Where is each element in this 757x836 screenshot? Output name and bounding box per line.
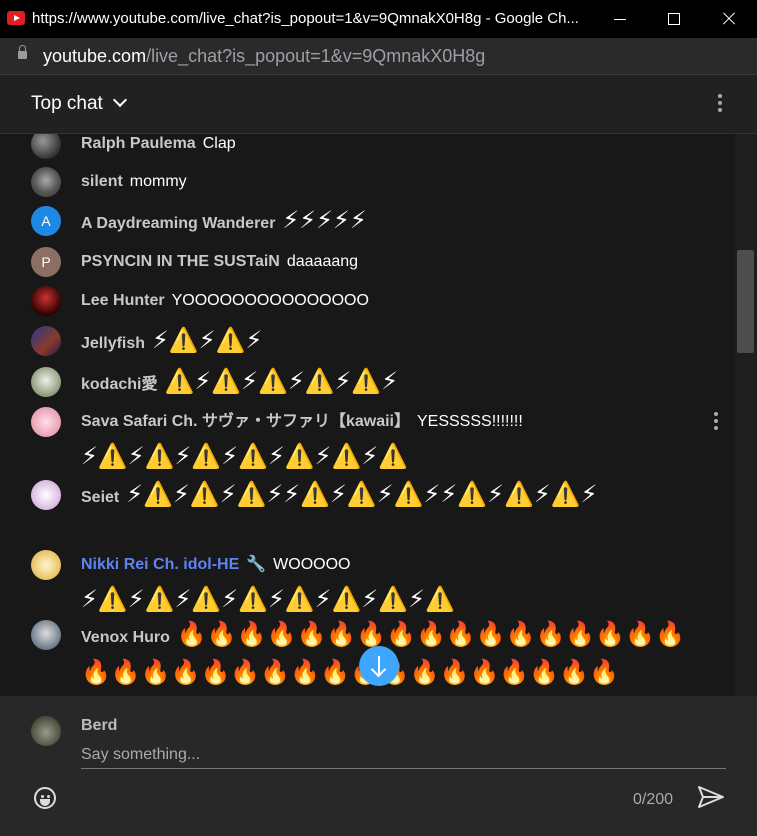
message-options-icon[interactable] [706,412,726,434]
message-input-panel: Berd 0/200 [0,696,757,836]
avatar[interactable] [31,550,61,580]
avatar[interactable] [31,407,61,437]
chevron-down-icon[interactable] [112,92,128,108]
chat-message-list[interactable]: Ralph Paulema Clap silent mommy A A Daydre… [0,134,735,696]
message-text: YESSSSS!!!!!!! [416,413,523,430]
message-text: YOOOOOOOOOOOOOOO [171,292,369,309]
message-emoji: ⚠️⚡⚠️⚡⚠️⚡⚠️⚡⚠️⚡ [164,368,399,395]
maximize-button[interactable] [646,0,701,38]
message-author[interactable]: Seiet [81,489,119,506]
message-author[interactable]: Nikki Rei Ch. idol-HE [81,556,239,573]
user-avatar [31,716,61,746]
avatar[interactable] [31,134,61,159]
lock-icon [18,45,27,59]
avatar[interactable]: A [31,206,61,236]
scrollbar[interactable] [735,134,757,696]
message-author[interactable]: PSYNCIN IN THE SUSTaiN [81,253,280,270]
message-author[interactable]: Ralph Paulema [81,135,196,152]
emoji-picker-icon[interactable] [34,787,56,809]
scroll-to-bottom-button[interactable] [359,646,399,686]
message-author[interactable]: silent [81,173,123,190]
message-text: WOOOOO [273,556,351,573]
message-author[interactable]: kodachi愛 [81,376,157,393]
message-emoji: ⚡⚠️⚡⚠️⚡⚠️⚡⚡⚠️⚡⚠️⚡⚠️⚡⚡⚠️⚡⚠️⚡⚠️⚡ [126,481,598,508]
window-title-bar: https://www.youtube.com/live_chat?is_pop… [0,0,757,38]
character-counter: 0/200 [633,791,674,808]
avatar[interactable] [31,326,61,356]
chat-mode-dropdown[interactable]: Top chat [31,93,103,115]
avatar[interactable] [31,286,61,316]
current-user-name: Berd [81,717,118,734]
message-emoji: ⚡⚡⚡⚡⚡ [282,207,367,234]
scrollbar-thumb[interactable] [737,250,754,353]
avatar[interactable] [31,167,61,197]
url-text[interactable]: youtube.com/live_chat?is_popout=1&v=9Qmn… [43,46,485,67]
message-emoji: ⚡⚠️⚡⚠️⚡ [152,327,263,354]
message-emoji: ⚡⚠️⚡⚠️⚡⚠️⚡⚠️⚡⚠️⚡⚠️⚡⚠️ [81,443,409,470]
wrench-icon: 🔧 [246,556,267,573]
message-author[interactable]: Sava Safari Ch. サヴァ・サファリ【kawaii】 [81,413,410,430]
window-title: https://www.youtube.com/live_chat?is_pop… [32,10,579,27]
send-icon[interactable] [697,785,725,809]
message-text: mommy [129,173,187,190]
avatar[interactable]: P [31,247,61,277]
chat-header: Top chat [0,75,757,134]
message-author[interactable]: Venox Huro [81,629,170,646]
message-author[interactable]: Jellyfish [81,335,145,352]
address-bar[interactable]: youtube.com/live_chat?is_popout=1&v=9Qmn… [0,38,757,75]
more-options-icon[interactable] [710,94,730,116]
message-emoji: ⚡⚠️⚡⚠️⚡⚠️⚡⚠️⚡⚠️⚡⚠️⚡⚠️⚡⚠️ [81,586,455,613]
message-text: Clap [202,135,236,152]
avatar[interactable] [31,367,61,397]
youtube-logo-icon [7,11,25,25]
message-author[interactable]: Lee Hunter [81,292,165,309]
close-window-button[interactable] [701,0,756,38]
minimize-button[interactable] [592,0,647,38]
chat-message-input[interactable] [81,741,726,769]
avatar[interactable] [31,620,61,650]
message-author[interactable]: A Daydreaming Wanderer [81,215,275,232]
message-text: daaaaang [286,253,359,270]
avatar[interactable] [31,480,61,510]
